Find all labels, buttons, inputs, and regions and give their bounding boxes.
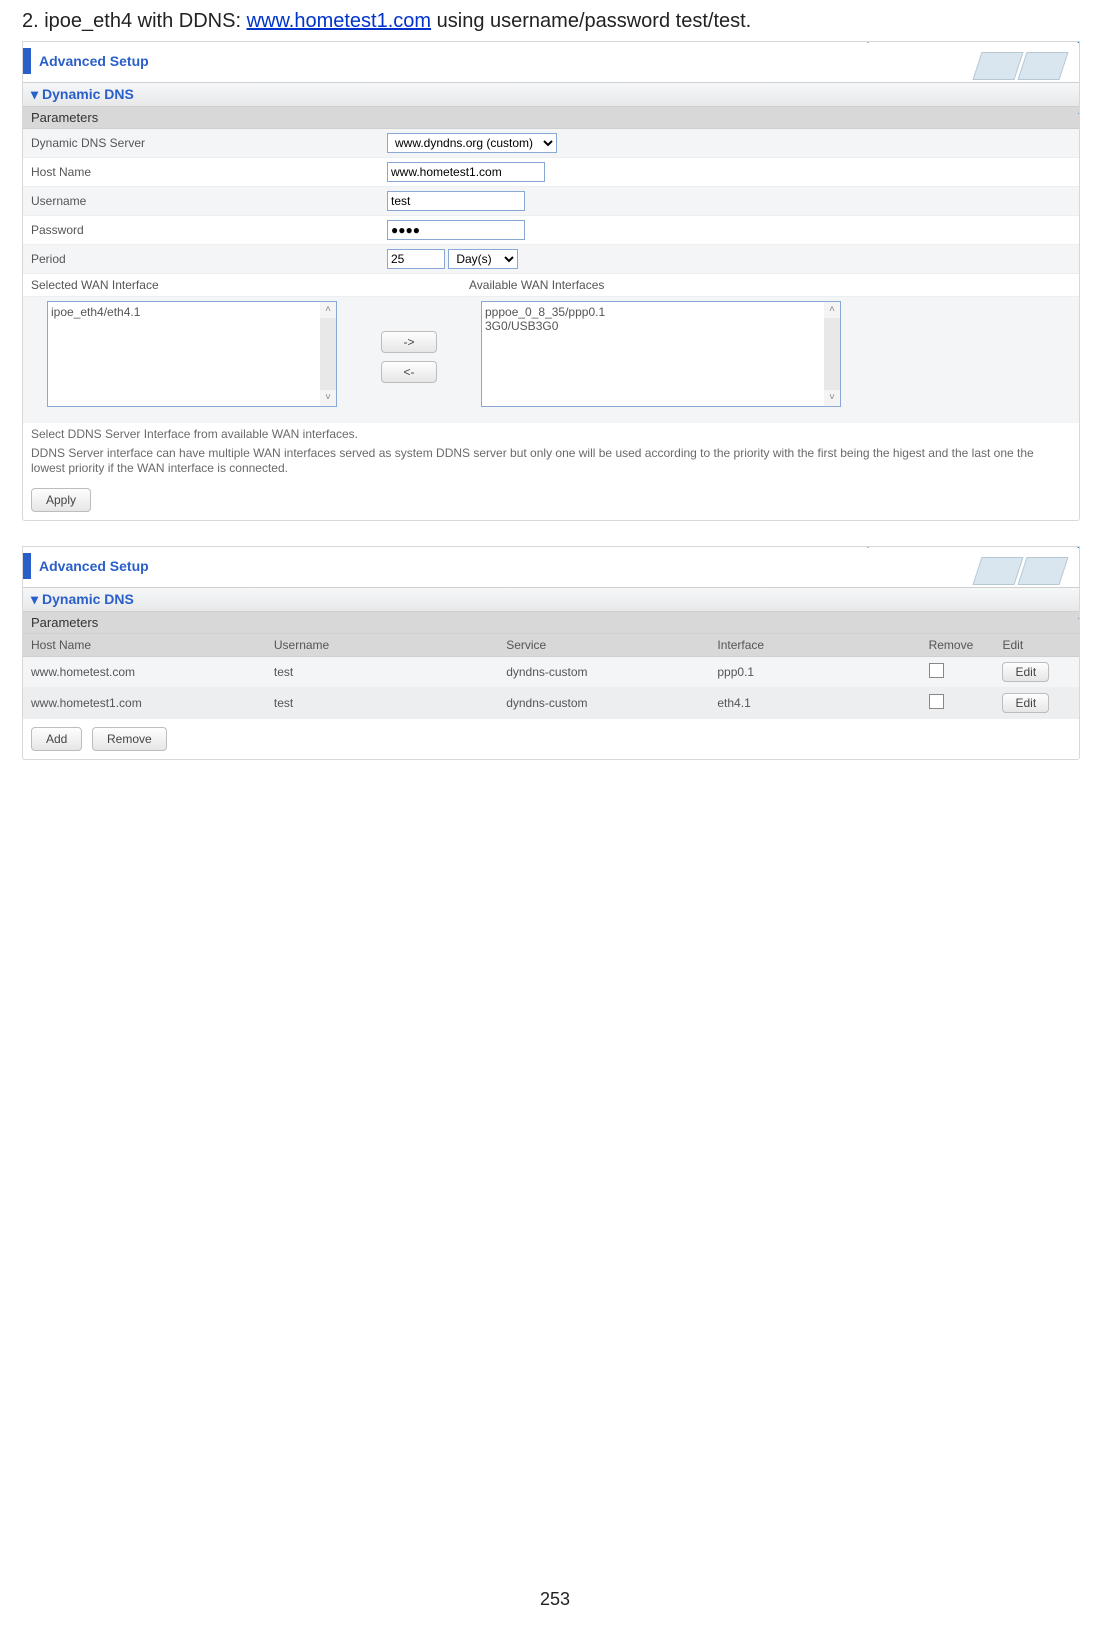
- period-label: Period: [23, 245, 379, 274]
- scroll-down-icon[interactable]: ˅: [824, 390, 840, 406]
- list-item[interactable]: ipoe_eth4/eth4.1: [51, 305, 333, 319]
- move-right-button[interactable]: ->: [381, 331, 437, 353]
- table-row: www.hometest1.com test dyndns-custom eth…: [23, 688, 1079, 719]
- list-item[interactable]: 3G0/USB3G0: [485, 319, 837, 333]
- header-art-icon: [899, 42, 1079, 82]
- wan-interface-picker: ipoe_eth4/eth4.1 ˄˅ -> <- pppoe_0_8_35/p…: [23, 297, 1079, 423]
- ddns-config-panel: Advanced Setup ▾Dynamic DNS Parameters D…: [22, 41, 1080, 521]
- col-service: Service: [498, 634, 709, 657]
- intro-prefix: 2. ipoe_eth4 with DDNS:: [22, 10, 247, 32]
- parameters-form: Dynamic DNS Server www.dyndns.org (custo…: [23, 129, 1079, 297]
- help-text-1: Select DDNS Server Interface from availa…: [23, 423, 1079, 446]
- col-host: Host Name: [23, 634, 266, 657]
- scrollbar[interactable]: ˄˅: [824, 302, 840, 406]
- panel-header: Advanced Setup: [23, 42, 1079, 82]
- col-interface: Interface: [709, 634, 920, 657]
- collapse-icon: ▾: [31, 86, 38, 103]
- cell-user: test: [266, 688, 498, 719]
- apply-button[interactable]: Apply: [31, 488, 91, 512]
- password-input[interactable]: [387, 220, 525, 240]
- username-label: Username: [23, 187, 379, 216]
- scroll-down-icon[interactable]: ˅: [320, 390, 336, 406]
- remove-checkbox[interactable]: [929, 663, 944, 678]
- host-label: Host Name: [23, 158, 379, 187]
- intro-link[interactable]: www.hometest1.com: [247, 10, 432, 32]
- period-unit-select[interactable]: Day(s): [448, 249, 518, 269]
- cell-host: www.hometest1.com: [23, 688, 266, 719]
- panel-title: Advanced Setup: [39, 558, 149, 574]
- table-row: www.hometest.com test dyndns-custom ppp0…: [23, 657, 1079, 688]
- cell-interface: eth4.1: [709, 688, 920, 719]
- cell-user: test: [266, 657, 498, 688]
- scroll-up-icon[interactable]: ˄: [824, 302, 840, 318]
- panel-accent: [23, 48, 31, 74]
- username-input[interactable]: [387, 191, 525, 211]
- list-item[interactable]: pppoe_0_8_35/ppp0.1: [485, 305, 837, 319]
- panel-title: Advanced Setup: [39, 53, 149, 69]
- server-select[interactable]: www.dyndns.org (custom): [387, 133, 557, 153]
- intro-text: 2. ipoe_eth4 with DDNS: www.hometest1.co…: [22, 10, 1080, 33]
- add-button[interactable]: Add: [31, 727, 82, 751]
- server-label: Dynamic DNS Server: [23, 129, 379, 158]
- help-text-2: DDNS Server interface can have multiple …: [23, 446, 1079, 480]
- section-label: Dynamic DNS: [42, 591, 134, 607]
- host-input[interactable]: [387, 162, 545, 182]
- remove-button[interactable]: Remove: [92, 727, 167, 751]
- selected-wan-label: Selected WAN Interface: [23, 274, 379, 297]
- password-label: Password: [23, 216, 379, 245]
- intro-suffix: using username/password test/test.: [431, 10, 751, 32]
- scroll-up-icon[interactable]: ˄: [320, 302, 336, 318]
- collapse-icon: ▾: [31, 591, 38, 608]
- header-art-icon: [899, 547, 1079, 587]
- ddns-table: Host Name Username Service Interface Rem…: [23, 634, 1079, 719]
- panel-accent: [23, 553, 31, 579]
- section-label: Dynamic DNS: [42, 86, 134, 102]
- remove-checkbox[interactable]: [929, 694, 944, 709]
- edit-button[interactable]: Edit: [1002, 693, 1049, 713]
- cell-host: www.hometest.com: [23, 657, 266, 688]
- available-wan-label: Available WAN Interfaces: [379, 274, 1079, 297]
- ddns-list-panel: Advanced Setup ▾Dynamic DNS Parameters H…: [22, 546, 1080, 760]
- period-input[interactable]: [387, 249, 445, 269]
- available-wan-listbox[interactable]: pppoe_0_8_35/ppp0.1 3G0/USB3G0 ˄˅: [481, 301, 841, 407]
- cell-service: dyndns-custom: [498, 657, 709, 688]
- cell-interface: ppp0.1: [709, 657, 920, 688]
- cell-service: dyndns-custom: [498, 688, 709, 719]
- edit-button[interactable]: Edit: [1002, 662, 1049, 682]
- move-left-button[interactable]: <-: [381, 361, 437, 383]
- panel-header: Advanced Setup: [23, 547, 1079, 587]
- col-user: Username: [266, 634, 498, 657]
- scrollbar[interactable]: ˄˅: [320, 302, 336, 406]
- page-number: 253: [0, 1589, 1110, 1610]
- selected-wan-listbox[interactable]: ipoe_eth4/eth4.1 ˄˅: [47, 301, 337, 407]
